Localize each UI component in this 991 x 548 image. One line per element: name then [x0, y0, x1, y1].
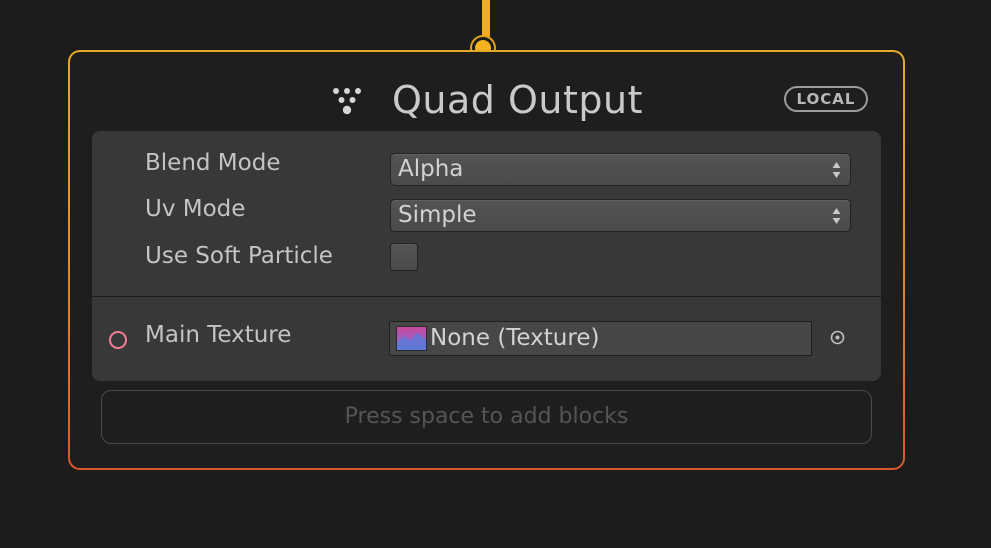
object-picker-icon[interactable]	[829, 329, 846, 346]
use-soft-particle-label: Use Soft Particle	[145, 243, 333, 269]
main-texture-label: Main Texture	[145, 322, 292, 348]
quad-output-node[interactable]: Quad Output LOCAL Blend Mode Alpha Uv Mo…	[68, 50, 905, 470]
node-header[interactable]: Quad Output LOCAL	[70, 74, 903, 128]
uv-mode-label: Uv Mode	[145, 196, 246, 222]
section-divider	[92, 296, 881, 297]
settings-panel: Blend Mode Alpha Uv Mode Simple Use Soft…	[92, 131, 881, 381]
space-toggle-badge[interactable]: LOCAL	[784, 86, 868, 112]
updown-arrows-icon	[832, 162, 841, 178]
uv-mode-dropdown[interactable]: Simple	[390, 199, 851, 232]
node-body: Quad Output LOCAL Blend Mode Alpha Uv Mo…	[70, 52, 903, 468]
use-soft-particle-checkbox[interactable]	[390, 243, 418, 271]
main-texture-object-field[interactable]: None (Texture)	[389, 321, 812, 356]
updown-arrows-icon	[832, 208, 841, 224]
add-blocks-placeholder[interactable]: Press space to add blocks	[101, 390, 872, 444]
node-title: Quad Output	[392, 78, 643, 122]
main-texture-input-port[interactable]	[109, 331, 127, 349]
main-texture-value: None (Texture)	[430, 325, 600, 351]
blend-mode-label: Blend Mode	[145, 150, 281, 176]
blend-mode-value: Alpha	[398, 156, 464, 182]
vfx-output-icon	[333, 88, 361, 115]
uv-mode-value: Simple	[398, 202, 477, 228]
flow-connection-wire[interactable]	[482, 0, 490, 42]
blend-mode-dropdown[interactable]: Alpha	[390, 153, 851, 186]
texture-thumbnail-icon	[396, 326, 427, 351]
